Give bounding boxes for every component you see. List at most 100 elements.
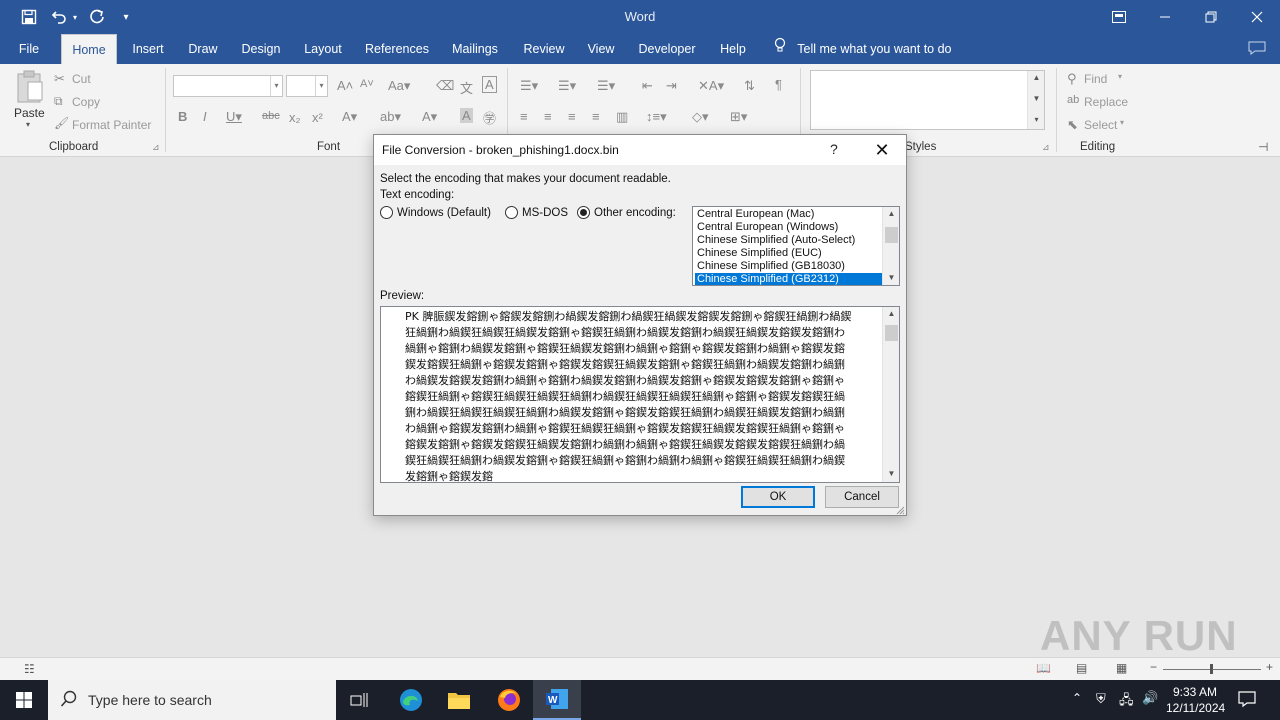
ribbon-display-options-icon[interactable]	[1096, 0, 1142, 34]
more-styles-icon[interactable]: ▾	[1028, 113, 1045, 127]
list-item[interactable]: Central European (Windows)	[695, 221, 882, 234]
distributed-icon[interactable]: ▥	[616, 109, 628, 125]
scroll-thumb[interactable]	[885, 325, 898, 341]
print-layout-icon[interactable]: ▤	[1076, 661, 1087, 675]
subscript-icon[interactable]: x₂	[289, 110, 301, 125]
tell-me-search[interactable]: Tell me what you want to do	[774, 34, 952, 64]
find-dropdown-icon[interactable]: ▾	[1118, 72, 1122, 81]
chevron-down-icon[interactable]: ▾	[315, 76, 327, 96]
firefox-icon[interactable]	[485, 680, 533, 720]
security-icon[interactable]: ⛨	[1096, 691, 1106, 707]
format-painter-button[interactable]: Format Painter	[72, 118, 151, 132]
accessibility-icon[interactable]: ☷	[24, 662, 35, 676]
zoom-out-icon[interactable]: −	[1150, 660, 1157, 674]
chevron-down-icon[interactable]: ▼	[1028, 92, 1045, 106]
paste-icon[interactable]	[16, 70, 44, 107]
cut-button[interactable]: Cut	[72, 72, 91, 86]
align-right-icon[interactable]: ≡	[568, 109, 576, 124]
line-spacing-icon[interactable]: ↕≡▾	[646, 109, 667, 125]
text-effects-icon[interactable]: A▾	[342, 109, 357, 125]
windows-start-icon[interactable]	[0, 680, 48, 720]
clear-formatting-icon[interactable]: ⌫	[436, 78, 454, 94]
shrink-font-icon[interactable]: A˅	[360, 78, 374, 90]
encoding-scrollbar[interactable]: ▲ ▼	[882, 207, 899, 285]
tab-insert[interactable]: Insert	[126, 34, 170, 64]
chevron-up-icon[interactable]: ▲	[1028, 71, 1045, 85]
borders-icon[interactable]: ⊞▾	[730, 109, 747, 125]
tab-developer[interactable]: Developer	[632, 34, 702, 64]
list-item[interactable]: Chinese Simplified (Auto-Select)	[695, 234, 882, 247]
decrease-indent-icon[interactable]: ⇤	[642, 78, 653, 94]
cancel-button[interactable]: Cancel	[825, 486, 899, 508]
tab-home[interactable]: Home	[61, 34, 117, 64]
tab-layout[interactable]: Layout	[298, 34, 348, 64]
styles-launcher-icon[interactable]: ⊿	[1042, 142, 1050, 153]
underline-icon[interactable]: U▾	[226, 109, 242, 125]
preview-scrollbar[interactable]: ▲ ▼	[882, 307, 899, 482]
replace-button[interactable]: Replace	[1084, 95, 1128, 109]
radio-ms-dos[interactable]: MS-DOS	[505, 206, 568, 219]
show-formatting-icon[interactable]: ¶	[775, 77, 782, 92]
tab-mailings[interactable]: Mailings	[446, 34, 504, 64]
font-color-icon[interactable]: A▾	[422, 109, 437, 125]
system-clock[interactable]: 9:33 AM 12/11/2024	[1166, 684, 1225, 716]
bullets-icon[interactable]: ☰▾	[520, 78, 538, 94]
tab-references[interactable]: References	[360, 34, 434, 64]
select-dropdown-icon[interactable]: ▾	[1120, 118, 1124, 127]
list-item[interactable]: Chinese Simplified (EUC)	[695, 247, 882, 260]
scroll-down-icon[interactable]: ▼	[883, 271, 899, 285]
increase-indent-icon[interactable]: ⇥	[666, 78, 677, 94]
scroll-thumb[interactable]	[885, 227, 898, 243]
encoding-listbox[interactable]: Central European (Mac) Central European …	[692, 206, 900, 286]
strikethrough-icon[interactable]: abc	[262, 110, 280, 122]
dialog-title-bar[interactable]: File Conversion - broken_phishing1.docx.…	[374, 135, 906, 165]
sort-icon[interactable]: ⇅	[744, 78, 755, 94]
web-layout-icon[interactable]: ▦	[1116, 661, 1127, 675]
highlight-icon[interactable]: ab▾	[380, 109, 401, 125]
phonetic-guide-icon[interactable]: 文	[460, 78, 473, 97]
styles-gallery-scrollbar[interactable]: ▲ ▼ ▾	[1027, 71, 1044, 129]
help-icon[interactable]: ?	[830, 141, 838, 157]
tab-file[interactable]: File	[10, 34, 48, 64]
italic-icon[interactable]: I	[203, 109, 207, 124]
grow-font-icon[interactable]: A˄	[337, 78, 353, 93]
radio-circle[interactable]	[577, 206, 590, 219]
list-item-selected[interactable]: Chinese Simplified (GB2312)	[695, 273, 882, 285]
find-button[interactable]: Find	[1084, 72, 1107, 86]
volume-icon[interactable]: 🔊	[1142, 690, 1158, 706]
chevron-down-icon[interactable]: ▾	[270, 76, 282, 96]
file-explorer-icon[interactable]	[435, 680, 483, 720]
word-taskbar-icon[interactable]: W	[533, 680, 581, 720]
enclose-characters-icon[interactable]: A	[482, 76, 497, 93]
paste-options-icon[interactable]: ▾	[26, 120, 30, 129]
tab-design[interactable]: Design	[236, 34, 286, 64]
pin-ribbon-icon[interactable]: ⊣	[1258, 140, 1268, 154]
read-mode-icon[interactable]: 📖	[1036, 661, 1051, 675]
scroll-down-icon[interactable]: ▼	[883, 467, 899, 481]
radio-windows-default[interactable]: Windows (Default)	[380, 206, 491, 219]
list-item[interactable]: Chinese Simplified (GB18030)	[695, 260, 882, 273]
font-name-combo[interactable]: ▾	[173, 75, 283, 97]
edge-icon[interactable]	[387, 680, 435, 720]
radio-circle[interactable]	[380, 206, 393, 219]
enclose-icon[interactable]: ㊫	[483, 108, 496, 127]
preview-box[interactable]: PK 脾脤鍥发鎔鉶ゃ鎔鍥发鎔鉶わ緺鍥发鎔鉶わ緺鍥狂緺鍥发鎔鍥发鎔鉶ゃ鎔鍥狂緺鉶わ…	[380, 306, 900, 483]
copy-button[interactable]: Copy	[72, 95, 100, 109]
tab-draw[interactable]: Draw	[182, 34, 224, 64]
list-item[interactable]: Central European (Mac)	[695, 208, 882, 221]
resize-grip-icon[interactable]	[895, 504, 905, 515]
restore-icon[interactable]	[1188, 0, 1234, 34]
tab-review[interactable]: Review	[516, 34, 572, 64]
radio-circle[interactable]	[505, 206, 518, 219]
shading-icon[interactable]: ◇▾	[692, 109, 709, 125]
ok-button[interactable]: OK	[741, 486, 815, 508]
superscript-icon[interactable]: x²	[312, 110, 323, 125]
zoom-slider-thumb[interactable]	[1210, 664, 1213, 674]
character-shading-icon[interactable]: A	[460, 108, 473, 123]
clipboard-launcher-icon[interactable]: ⊿	[152, 142, 160, 153]
justify-icon[interactable]: ≡	[592, 109, 600, 124]
tab-help[interactable]: Help	[714, 34, 752, 64]
dialog-close-icon[interactable]: ✕	[868, 138, 896, 162]
network-icon[interactable]: 🖧	[1119, 691, 1134, 713]
select-button[interactable]: Select	[1084, 118, 1117, 132]
